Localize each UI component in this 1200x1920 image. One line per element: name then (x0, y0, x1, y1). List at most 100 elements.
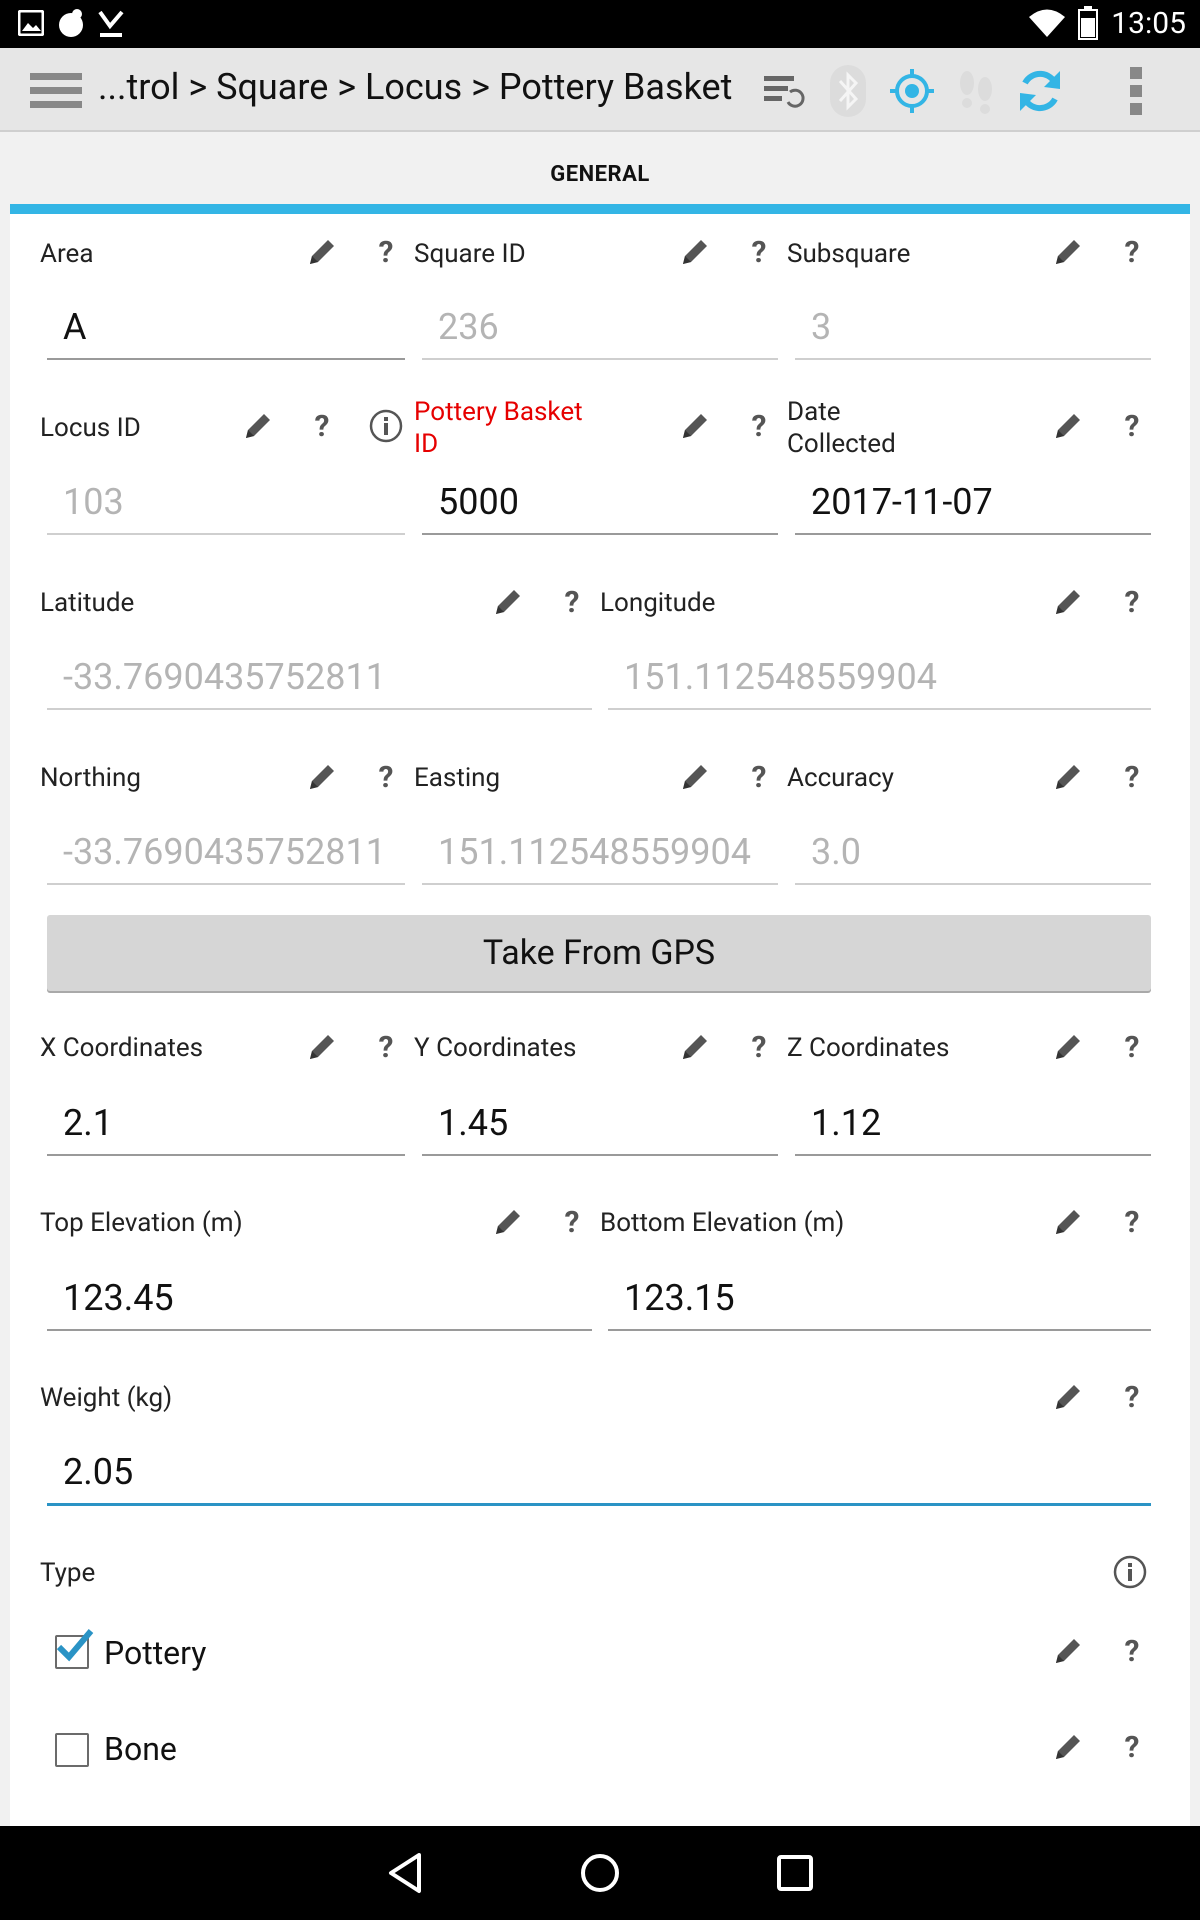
type-label: Type (40, 1558, 96, 1588)
square-id-field: 236 (422, 298, 778, 360)
date-collected-label-line2: Collected (787, 429, 896, 459)
x-coordinates-field[interactable]: 2.1 (47, 1094, 405, 1156)
y-coordinates-edit-icon[interactable] (675, 1027, 715, 1067)
z-coordinates-help-icon[interactable]: ? (1112, 1027, 1152, 1067)
pottery-basket-id-label-line1: Pottery Basket (414, 397, 583, 427)
checkmark-icon (56, 1629, 94, 1662)
breadcrumb: ...trol > Square > Locus > Pottery Baske… (98, 66, 733, 108)
date-collected-label: Date Collected (787, 396, 896, 460)
x-coordinates-label: X Coordinates (40, 1033, 204, 1063)
pottery-basket-id-help-icon[interactable]: ? (739, 406, 779, 446)
tab-general[interactable]: GENERAL (10, 132, 1190, 202)
bone-help-icon[interactable]: ? (1112, 1727, 1152, 1767)
y-coordinates-help-icon[interactable]: ? (739, 1027, 779, 1067)
y-coordinates-field[interactable]: 1.45 (422, 1094, 778, 1156)
bottom-elevation-label: Bottom Elevation (m) (600, 1208, 845, 1238)
longitude-field: 151.112548559904 (608, 648, 1151, 710)
area-help-icon[interactable]: ? (366, 232, 406, 272)
accuracy-label: Accuracy (787, 763, 894, 793)
download-check-icon (98, 10, 124, 37)
weight-field[interactable]: 2.05 (47, 1443, 1151, 1506)
z-coordinates-field[interactable]: 1.12 (795, 1094, 1151, 1156)
pottery-option-label[interactable]: Pottery (104, 1634, 206, 1672)
subsquare-field: 3 (795, 298, 1151, 360)
x-coordinates-edit-icon[interactable] (302, 1027, 342, 1067)
accuracy-field: 3.0 (795, 823, 1151, 885)
date-collected-edit-icon[interactable] (1048, 406, 1088, 446)
bottom-elevation-field[interactable]: 123.15 (608, 1269, 1151, 1331)
take-from-gps-button[interactable]: Take From GPS (47, 915, 1151, 991)
easting-edit-icon[interactable] (675, 757, 715, 797)
area-label: Area (40, 239, 94, 269)
northing-label: Northing (40, 763, 141, 793)
easting-field: 151.112548559904 (422, 823, 778, 885)
gps-target-icon[interactable] (884, 63, 940, 119)
latitude-help-icon[interactable]: ? (552, 582, 592, 622)
square-id-edit-icon[interactable] (675, 232, 715, 272)
date-collected-label-line1: Date (787, 397, 841, 427)
accuracy-edit-icon[interactable] (1048, 757, 1088, 797)
pottery-basket-id-label: Pottery Basket ID (414, 396, 583, 460)
sync-settings-icon[interactable] (756, 63, 812, 119)
pottery-basket-id-field[interactable]: 5000 (422, 473, 778, 535)
locus-id-field: 103 (47, 473, 405, 535)
pottery-edit-icon[interactable] (1048, 1631, 1088, 1671)
longitude-edit-icon[interactable] (1048, 582, 1088, 622)
area-field[interactable]: A (47, 298, 405, 360)
date-collected-help-icon[interactable]: ? (1112, 406, 1152, 446)
battery-icon (1078, 6, 1098, 40)
tab-indicator (10, 204, 1190, 214)
subsquare-help-icon[interactable]: ? (1112, 232, 1152, 272)
bluetooth-icon[interactable] (820, 63, 876, 119)
refresh-icon[interactable] (1012, 63, 1068, 119)
longitude-help-icon[interactable]: ? (1112, 582, 1152, 622)
subsquare-edit-icon[interactable] (1048, 232, 1088, 272)
action-bar: ...trol > Square > Locus > Pottery Baske… (0, 48, 1200, 132)
back-icon[interactable] (378, 1846, 432, 1900)
x-coordinates-help-icon[interactable]: ? (366, 1027, 406, 1067)
bone-checkbox[interactable] (55, 1733, 89, 1767)
footsteps-icon[interactable] (948, 63, 1004, 119)
bottom-elevation-edit-icon[interactable] (1048, 1202, 1088, 1242)
recents-icon[interactable] (768, 1846, 822, 1900)
weight-edit-icon[interactable] (1048, 1377, 1088, 1417)
weight-label: Weight (kg) (40, 1383, 173, 1413)
overflow-icon[interactable] (1108, 63, 1164, 119)
square-id-help-icon[interactable]: ? (739, 232, 779, 272)
status-time: 13:05 (1111, 6, 1186, 41)
pottery-basket-id-edit-icon[interactable] (675, 406, 715, 446)
locus-id-info-icon[interactable] (366, 406, 406, 446)
bone-option-label[interactable]: Bone (104, 1730, 177, 1768)
pottery-basket-id-label-line2: ID (414, 429, 439, 459)
z-coordinates-edit-icon[interactable] (1048, 1027, 1088, 1067)
locus-id-label: Locus ID (40, 413, 141, 443)
latitude-edit-icon[interactable] (488, 582, 528, 622)
date-collected-field[interactable]: 2017-11-07 (795, 473, 1151, 535)
easting-help-icon[interactable]: ? (739, 757, 779, 797)
weight-help-icon[interactable]: ? (1112, 1377, 1152, 1417)
form-panel: Area ? A Square ID ? 236 Subsquare ? 3 L… (10, 214, 1190, 1828)
locus-id-edit-icon[interactable] (238, 406, 278, 446)
top-elevation-help-icon[interactable]: ? (552, 1202, 592, 1242)
menu-icon[interactable] (28, 63, 84, 119)
cloud-icon (59, 9, 83, 37)
locus-id-help-icon[interactable]: ? (302, 406, 342, 446)
navigation-bar (0, 1826, 1200, 1920)
home-icon[interactable] (573, 1846, 627, 1900)
northing-edit-icon[interactable] (302, 757, 342, 797)
latitude-label: Latitude (40, 588, 135, 618)
area-edit-icon[interactable] (302, 232, 342, 272)
accuracy-help-icon[interactable]: ? (1112, 757, 1152, 797)
wifi-icon (1029, 9, 1065, 37)
latitude-field: -33.7690435752811 (47, 648, 592, 710)
pottery-help-icon[interactable]: ? (1112, 1631, 1152, 1671)
bone-edit-icon[interactable] (1048, 1727, 1088, 1767)
type-info-icon[interactable] (1110, 1552, 1150, 1592)
top-elevation-field[interactable]: 123.45 (47, 1269, 592, 1331)
northing-help-icon[interactable]: ? (366, 757, 406, 797)
top-elevation-edit-icon[interactable] (488, 1202, 528, 1242)
status-bar: 13:05 (0, 0, 1200, 48)
northing-field: -33.7690435752811 (47, 823, 405, 885)
bottom-elevation-help-icon[interactable]: ? (1112, 1202, 1152, 1242)
pottery-checkbox[interactable] (55, 1629, 94, 1669)
